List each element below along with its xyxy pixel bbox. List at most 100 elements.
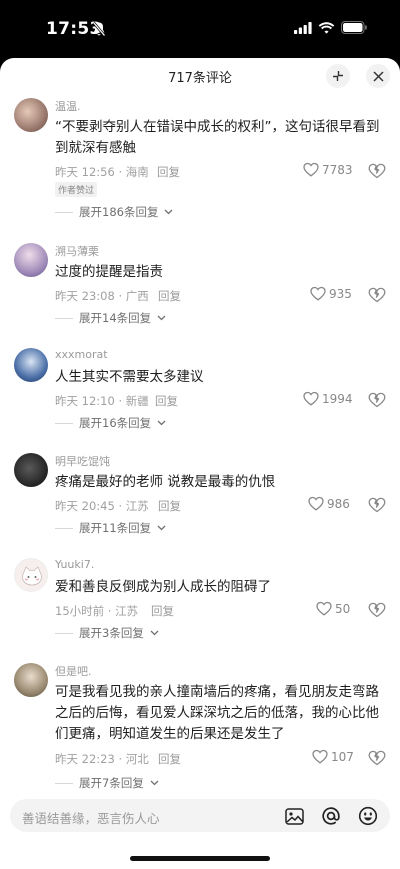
reply-button[interactable]: 回复	[151, 603, 174, 619]
expand-divider	[55, 527, 73, 529]
chevron-down-icon	[157, 525, 166, 531]
like-count: 1994	[322, 391, 353, 406]
image-button[interactable]	[283, 805, 305, 827]
comment-username[interactable]: xxxmorat	[55, 348, 108, 361]
heart-icon	[303, 162, 319, 177]
reply-button[interactable]: 回复	[155, 393, 178, 409]
reply-button[interactable]: 回复	[158, 751, 181, 767]
like-count: 986	[327, 496, 350, 511]
collapse-icon	[333, 71, 343, 81]
dislike-icon[interactable]	[368, 392, 386, 408]
dislike-icon[interactable]	[368, 750, 386, 766]
comment-text: 可是我看见我的亲人撞南墙后的疼痛，看见朋友走弯路 之后的后悔，看见爱人踩深坑之后…	[55, 684, 379, 742]
comment-text: 人生其实不需要太多建议	[55, 369, 204, 385]
at-icon	[322, 807, 340, 825]
heart-icon	[310, 286, 326, 301]
battery-icon	[341, 21, 367, 34]
heart-icon	[303, 391, 319, 406]
expand-replies-button[interactable]: 展开3条回复	[55, 625, 159, 641]
avatar[interactable]	[14, 663, 48, 697]
dislike-icon[interactable]	[368, 497, 386, 513]
chevron-down-icon	[150, 780, 159, 786]
dislike-icon[interactable]	[368, 287, 386, 303]
like-button[interactable]: 50	[316, 601, 350, 616]
sheet-header: 717条评论	[0, 58, 400, 94]
close-icon	[372, 70, 384, 82]
expand-label: 展开3条回复	[79, 626, 144, 640]
heart-icon	[308, 496, 324, 511]
collapse-button[interactable]	[326, 64, 350, 88]
comment-username[interactable]: 但是吧.	[55, 663, 92, 679]
avatar[interactable]	[14, 453, 48, 487]
expand-divider	[55, 632, 73, 634]
chevron-down-icon	[157, 420, 166, 426]
bell-off-icon	[92, 21, 106, 37]
like-button[interactable]: 935	[310, 286, 352, 301]
expand-divider	[55, 317, 73, 319]
expand-replies-button[interactable]: 展开16条回复	[55, 415, 166, 431]
heart-icon	[316, 601, 332, 616]
like-button[interactable]: 107	[312, 749, 354, 764]
expand-label: 展开186条回复	[79, 205, 159, 219]
avatar[interactable]	[14, 243, 48, 277]
comment-meta: 昨天 12:56 · 海南	[55, 165, 149, 179]
comment-meta: 昨天 23:08 · 广西	[55, 289, 149, 303]
expand-divider	[55, 422, 73, 424]
expand-label: 展开7条回复	[79, 776, 144, 790]
like-count: 50	[335, 601, 351, 616]
chevron-down-icon	[164, 209, 173, 215]
like-button[interactable]: 1994	[303, 391, 353, 406]
comment-username[interactable]: 温温.	[55, 98, 81, 114]
mention-button[interactable]	[320, 805, 342, 827]
expand-replies-button[interactable]: 展开186条回复	[55, 204, 173, 220]
reply-button[interactable]: 回复	[158, 288, 181, 304]
comment-text: 爱和善良反倒成为别人成长的阻碍了	[55, 579, 271, 595]
reply-button[interactable]: 回复	[158, 498, 181, 514]
avatar[interactable]	[14, 348, 48, 382]
expand-label: 展开14条回复	[79, 311, 152, 325]
like-count: 7783	[322, 162, 353, 177]
comment-meta: 昨天 12:10 · 新疆	[55, 394, 149, 408]
comment-meta: 昨天 20:45 · 江苏	[55, 499, 149, 513]
emoji-button[interactable]	[357, 805, 379, 827]
comment-meta: 15小时前 · 江苏	[55, 604, 139, 618]
image-icon	[284, 807, 304, 825]
chevron-down-icon	[150, 630, 159, 636]
dislike-icon[interactable]	[368, 163, 386, 179]
like-button[interactable]: 7783	[303, 162, 353, 177]
signal-icon	[294, 21, 312, 34]
like-button[interactable]: 986	[308, 496, 350, 511]
expand-replies-button[interactable]: 展开11条回复	[55, 520, 166, 536]
like-count: 935	[329, 286, 352, 301]
comment-username[interactable]: 溯马薄栗	[55, 243, 99, 259]
expand-replies-button[interactable]: 展开7条回复	[55, 775, 159, 791]
comment-input-placeholder: 善语结善缘，恶言伤人心	[22, 811, 160, 826]
cat-face-icon	[22, 566, 42, 586]
reply-button[interactable]: 回复	[157, 164, 180, 180]
status-bar: 17:53	[0, 0, 400, 58]
comment-username[interactable]: 明早吃馄饨	[55, 453, 110, 469]
comment-sheet: 717条评论 温温. “不要剥夺别人在错误中成长的权利”，这句话很早看到 到就深…	[0, 58, 400, 869]
comment-text: “不要剥夺别人在错误中成长的权利”，这句话很早看到 到就深有感触	[55, 119, 380, 156]
avatar[interactable]	[14, 558, 48, 592]
comment-username[interactable]: Yuuki7.	[55, 558, 94, 571]
heart-icon	[312, 749, 328, 764]
status-icons	[294, 21, 368, 34]
like-count: 107	[331, 749, 354, 764]
chevron-down-icon	[157, 315, 166, 321]
home-indicator[interactable]	[130, 856, 270, 861]
expand-divider	[55, 782, 73, 784]
comment-text: 疼痛是最好的老师 说教是最毒的仇恨	[55, 474, 276, 490]
close-button[interactable]	[366, 64, 390, 88]
comment-input[interactable]: 善语结善缘，恶言伤人心	[10, 799, 390, 832]
emoji-icon	[358, 806, 378, 826]
comment-meta: 昨天 22:23 · 河北	[55, 752, 149, 766]
expand-label: 展开16条回复	[79, 416, 152, 430]
expand-divider	[55, 211, 73, 213]
comment-text: 过度的提醒是指责	[55, 264, 163, 280]
dislike-icon[interactable]	[368, 602, 386, 618]
author-liked-badge: 作者赞过	[55, 182, 98, 197]
avatar[interactable]	[14, 98, 48, 132]
expand-replies-button[interactable]: 展开14条回复	[55, 310, 166, 326]
wifi-icon	[318, 21, 335, 34]
